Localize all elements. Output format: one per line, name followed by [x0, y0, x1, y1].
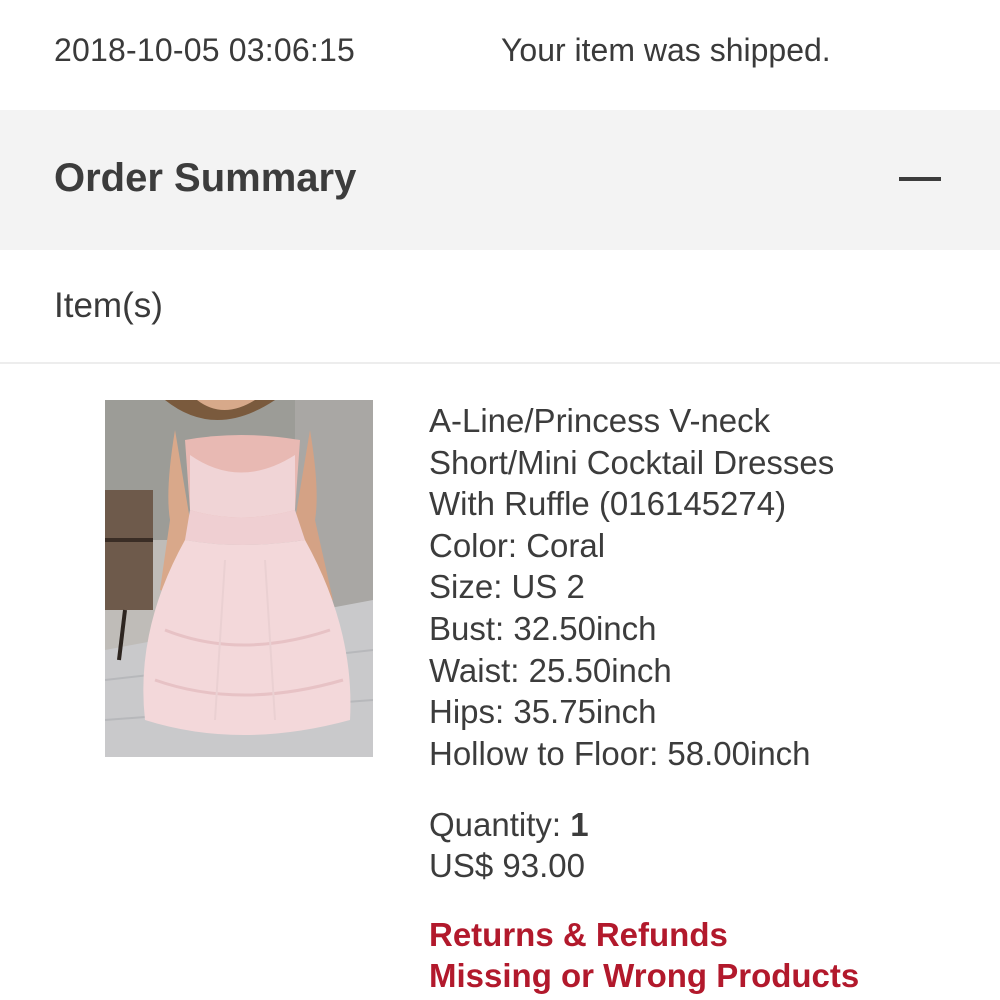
quantity-row: Quantity: 1 — [429, 804, 589, 845]
item-price: US$ 93.00 — [429, 847, 585, 884]
help-links: Returns & Refunds Missing or Wrong Produ… — [429, 914, 859, 996]
product-hips: Hips: 35.75inch — [429, 693, 657, 731]
missing-wrong-products-link[interactable]: Missing or Wrong Products — [429, 955, 859, 996]
quantity-label: Quantity: — [429, 806, 571, 843]
order-detail-page: 2018-10-05 03:06:15 Your item was shippe… — [0, 0, 1000, 1000]
product-color: Color: Coral — [429, 526, 606, 564]
product-details: A-Line/Princess V-neck Short/Mini Cockta… — [429, 400, 989, 774]
shipping-timestamp: 2018-10-05 03:06:15 — [54, 32, 355, 68]
order-summary-title: Order Summary — [54, 156, 357, 200]
product-name-line: With Ruffle (016145274) — [429, 485, 787, 523]
items-label: Item(s) — [54, 286, 163, 325]
shipping-status-text: Your item was shipped. — [501, 32, 831, 68]
product-waist: Waist: 25.50inch — [429, 651, 672, 689]
product-image[interactable] — [105, 400, 373, 757]
quantity-price-block: Quantity: 1 US$ 93.00 — [429, 804, 589, 886]
product-hollow-to-floor: Hollow to Floor: 58.00inch — [429, 734, 811, 772]
product-name-line: A-Line/Princess V-neck — [429, 402, 771, 439]
product-size: Size: US 2 — [429, 568, 585, 606]
shipping-status-row: 2018-10-05 03:06:15 Your item was shippe… — [0, 0, 1000, 110]
returns-refunds-link[interactable]: Returns & Refunds — [429, 914, 859, 955]
quantity-value: 1 — [570, 806, 589, 843]
minus-icon[interactable] — [899, 177, 941, 181]
product-name-line: Short/Mini Cocktail Dresses — [429, 443, 835, 481]
product-bust: Bust: 32.50inch — [429, 609, 657, 647]
dress-photo-icon — [105, 400, 373, 757]
